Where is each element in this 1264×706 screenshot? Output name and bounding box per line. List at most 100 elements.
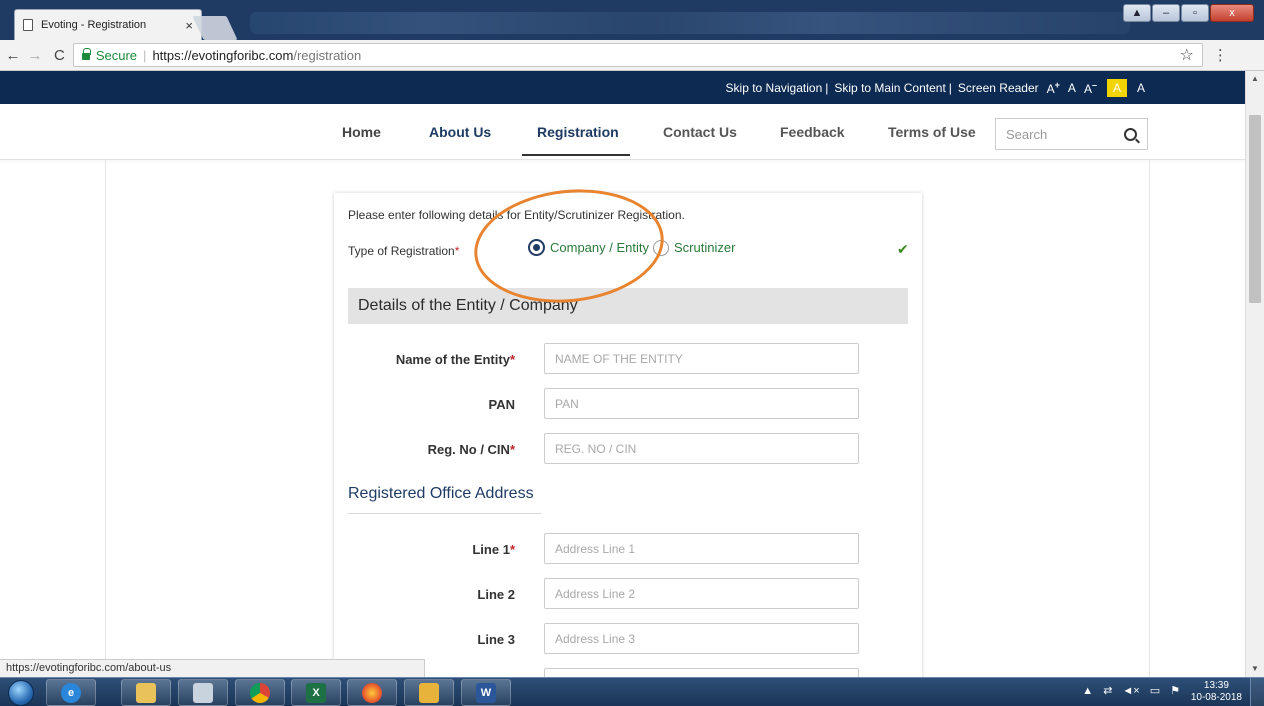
system-tray: ▲ ⇄ ◄× ▭ ⚑ — [1082, 684, 1180, 698]
field-row-address-line-2: Line 2 — [334, 578, 922, 610]
address-bar: ← → C Secure | https://evotingforibc.com… — [0, 40, 1264, 71]
system-clock[interactable]: 13:39 10-08-2018 — [1191, 680, 1242, 704]
accessibility-bar: Skip to Navigation | Skip to Main Conten… — [0, 71, 1245, 104]
font-decrease-button[interactable]: A– — [1084, 80, 1097, 96]
tray-expand-icon[interactable]: ▲ — [1082, 685, 1093, 697]
company-entity-radio[interactable] — [528, 239, 545, 256]
tab-title: Evoting - Registration — [41, 19, 147, 31]
entity-name-input[interactable] — [544, 343, 859, 374]
word-icon: W — [476, 682, 496, 703]
divider: | — [825, 80, 829, 95]
search-input[interactable]: Search — [995, 118, 1148, 150]
internet-explorer-icon: e — [61, 682, 81, 703]
main-navigation: Home About Us Registration Contact Us Fe… — [0, 104, 1245, 160]
forward-arrow-icon[interactable]: → — [26, 47, 44, 64]
field-row-pan: PAN — [334, 388, 922, 420]
company-entity-label[interactable]: Company / Entity — [550, 240, 649, 255]
display-icon[interactable]: ▭ — [1150, 684, 1160, 697]
screen-reader-link[interactable]: Screen Reader — [958, 81, 1039, 95]
network-icon[interactable]: ⇄ — [1103, 684, 1112, 697]
required-asterisk: * — [509, 352, 515, 367]
entity-name-label-text: Name of the Entity — [395, 352, 510, 367]
page-viewport: Skip to Navigation | Skip to Main Conten… — [0, 71, 1245, 677]
url-input[interactable]: Secure | https://evotingforibc.com /regi… — [72, 43, 1203, 67]
plus-sign: + — [1054, 79, 1060, 90]
nav-contact-us[interactable]: Contact Us — [663, 124, 737, 140]
address-line-4-input[interactable] — [544, 668, 859, 677]
taskbar-word[interactable]: W — [461, 679, 511, 706]
high-contrast-button[interactable]: A — [1106, 78, 1127, 97]
validation-check-icon: ✔ — [897, 241, 909, 257]
skip-to-navigation-link[interactable]: Skip to Navigation — [726, 81, 823, 95]
volume-muted-icon[interactable]: ◄× — [1122, 685, 1139, 697]
search-icon[interactable] — [1124, 127, 1137, 141]
browser-tab-active[interactable]: Evoting - Registration × — [14, 9, 202, 40]
window-controls: ▲ – ▫ x — [1123, 4, 1254, 22]
excel-icon: X — [306, 682, 326, 703]
secure-label: Secure — [95, 47, 138, 63]
url-host: https://evotingforibc.com — [152, 47, 294, 63]
clock-date: 10-08-2018 — [1190, 692, 1242, 703]
content-container: Please enter following details for Entit… — [105, 160, 1150, 677]
taskbar-explorer[interactable] — [121, 679, 171, 706]
reg-cin-label-text: Reg. No / CIN — [427, 442, 510, 457]
font-increase-button[interactable]: A+ — [1047, 80, 1060, 96]
form-instruction: Please enter following details for Entit… — [348, 208, 685, 222]
address-line-3-input[interactable] — [544, 623, 859, 654]
action-center-flag-icon[interactable]: ⚑ — [1170, 684, 1180, 697]
close-window-button[interactable]: x — [1210, 4, 1254, 22]
taskbar-ie[interactable]: e — [46, 679, 96, 706]
scroll-down-arrow-icon[interactable]: ▼ — [1246, 661, 1264, 677]
bookmark-star-icon[interactable]: ☆ — [1180, 45, 1194, 65]
back-arrow-icon[interactable]: ← — [4, 47, 22, 64]
registration-type-text: Type of Registration — [348, 244, 455, 258]
pan-input[interactable] — [544, 388, 859, 419]
field-row-address-line-1: Line 1* — [334, 533, 922, 565]
omnibox-separator: | — [143, 47, 147, 63]
registration-type-label: Type of Registration* — [348, 244, 459, 258]
address-line-3-label: Line 3 — [477, 632, 515, 647]
skip-to-main-content-link[interactable]: Skip to Main Content — [834, 81, 945, 95]
nav-home[interactable]: Home — [342, 124, 381, 140]
firefox-icon — [362, 682, 382, 703]
entity-name-label: Name of the Entity* — [396, 352, 515, 367]
normal-contrast-button[interactable]: A — [1133, 79, 1149, 97]
active-nav-underline — [522, 154, 630, 156]
nav-terms-of-use[interactable]: Terms of Use — [888, 124, 976, 140]
taskbar-tool[interactable] — [178, 679, 228, 706]
window-extra-button[interactable]: ▲ — [1123, 4, 1151, 22]
minimize-button[interactable]: – — [1152, 4, 1180, 22]
start-button[interactable] — [8, 680, 34, 706]
address-line-1-input[interactable] — [544, 533, 859, 564]
taskbar-chrome[interactable] — [235, 679, 285, 706]
tab-close-icon[interactable]: × — [185, 18, 193, 33]
address-line-2-label-text: Line 2 — [477, 587, 515, 602]
font-normal-button[interactable]: A — [1068, 81, 1076, 95]
taskbar-excel[interactable]: X — [291, 679, 341, 706]
divider: | — [948, 80, 952, 95]
taskbar-outlook[interactable] — [404, 679, 454, 706]
restore-button[interactable]: ▫ — [1181, 4, 1209, 22]
reg-cin-input[interactable] — [544, 433, 859, 464]
nav-registration[interactable]: Registration — [537, 124, 619, 140]
minus-sign: – — [1091, 79, 1097, 90]
nav-feedback[interactable]: Feedback — [780, 124, 845, 140]
snipping-tool-icon — [193, 682, 213, 703]
taskbar-firefox[interactable] — [347, 679, 397, 706]
scrutinizer-radio[interactable] — [653, 239, 669, 256]
scrutinizer-label[interactable]: Scrutinizer — [674, 240, 735, 255]
lock-icon — [81, 48, 91, 60]
required-asterisk: * — [454, 244, 460, 258]
reload-icon[interactable]: C — [54, 47, 65, 64]
vertical-scrollbar[interactable]: ▲ ▼ — [1245, 71, 1264, 677]
browser-menu-icon[interactable]: ⋮ — [1213, 46, 1228, 64]
scroll-up-arrow-icon[interactable]: ▲ — [1246, 71, 1264, 87]
outlook-icon — [419, 682, 439, 703]
nav-about-us[interactable]: About Us — [429, 124, 491, 140]
scrollbar-thumb[interactable] — [1249, 115, 1261, 303]
reg-cin-label: Reg. No / CIN* — [428, 442, 515, 457]
field-row-address-line-3: Line 3 — [334, 623, 922, 655]
show-desktop-button[interactable] — [1250, 678, 1264, 706]
address-line-2-input[interactable] — [544, 578, 859, 609]
folder-icon — [136, 682, 156, 703]
